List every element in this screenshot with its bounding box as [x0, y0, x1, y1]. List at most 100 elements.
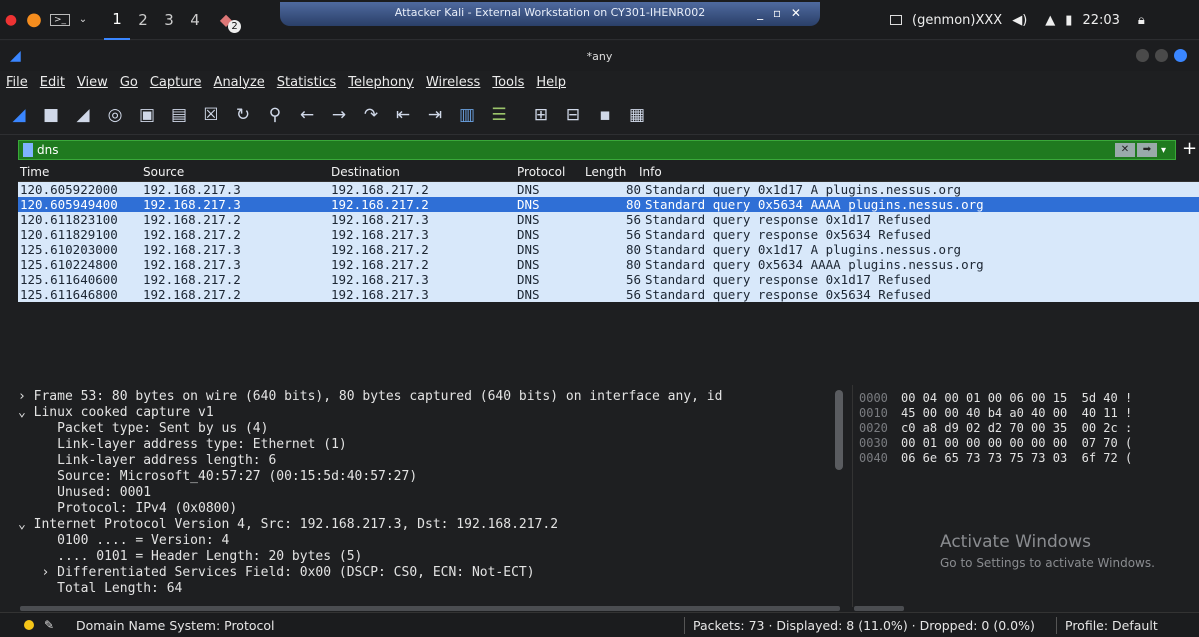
packet-info: Standard query response 0x1d17 Refused — [645, 272, 931, 287]
packet-row[interactable]: 120.605922000 192.168.217.3 192.168.217.2 D… — [18, 182, 1199, 197]
detail-line[interactable]: Unused: 0001 — [18, 485, 848, 501]
resize-columns-icon[interactable]: ▦ — [626, 103, 648, 127]
column-info[interactable]: Info — [639, 165, 1199, 181]
detail-line[interactable]: Source: Microsoft_40:57:27 (00:15:5d:40:… — [18, 469, 848, 485]
maximize-button[interactable] — [1155, 49, 1168, 62]
autoscroll-icon[interactable]: ▥ — [456, 103, 478, 127]
go-to-packet-icon[interactable]: ↷ — [360, 103, 382, 127]
detail-line[interactable]: ⌄ Linux cooked capture v1 — [18, 405, 848, 421]
firefox-icon[interactable]: ● — [22, 0, 46, 40]
bytes-hscrollbar[interactable] — [854, 606, 904, 611]
hex-row[interactable]: 0030 00 01 00 00 00 00 00 00 07 70 ( — [853, 436, 1199, 451]
stop-capture-icon[interactable]: ■ — [40, 103, 62, 127]
details-hscrollbar[interactable] — [20, 606, 840, 611]
zoom-out-icon[interactable]: ⊟ — [562, 103, 584, 127]
start-capture-icon[interactable]: ◢ — [8, 103, 30, 127]
battery-icon[interactable]: ▮ — [1065, 13, 1072, 28]
workspace-2[interactable]: 2 — [130, 0, 156, 40]
last-packet-icon[interactable]: ⇥ — [424, 103, 446, 127]
menu-capture[interactable]: Capture — [150, 75, 202, 90]
restart-capture-icon[interactable]: ◢ — [72, 103, 94, 127]
menu-view[interactable]: View — [77, 75, 108, 90]
detail-line[interactable]: ⌄ Internet Protocol Version 4, Src: 192.… — [18, 517, 848, 533]
close-button[interactable] — [1174, 49, 1187, 62]
hex-row[interactable]: 0020 c0 a8 d9 02 d2 70 00 35 00 2c : — [853, 421, 1199, 436]
bookmark-icon[interactable] — [23, 143, 33, 157]
status-bar: ✎ Domain Name System: Protocol Packets: … — [0, 612, 1199, 637]
detail-line[interactable]: Protocol: IPv4 (0x0800) — [18, 501, 848, 517]
forward-icon[interactable]: → — [328, 103, 350, 127]
menu-statistics[interactable]: Statistics — [277, 75, 336, 90]
chevron-down-icon[interactable]: ⌄ — [74, 0, 92, 40]
clear-filter-icon[interactable]: ✕ — [1115, 143, 1135, 157]
capture-options-icon[interactable]: ◎ — [104, 103, 126, 127]
menu-go[interactable]: Go — [120, 75, 138, 90]
reload-icon[interactable]: ↻ — [232, 103, 254, 127]
menu-edit[interactable]: Edit — [40, 75, 65, 90]
packet-row[interactable]: 125.610224800 192.168.217.3 192.168.217.2 D… — [18, 257, 1199, 272]
search-icon[interactable]: ⚲ — [264, 103, 286, 127]
detail-line[interactable]: 0100 .... = Version: 4 — [18, 533, 848, 549]
workspace-4[interactable]: 4 — [182, 0, 208, 40]
column-source[interactable]: Source — [143, 165, 331, 181]
vm-window-controls[interactable]: _ ▫ ✕ — [757, 2, 804, 24]
expert-info-icon[interactable] — [24, 620, 34, 630]
details-scrollbar[interactable] — [835, 390, 843, 470]
detail-line[interactable]: Total Length: 64 — [18, 581, 848, 597]
save-file-icon[interactable]: ▤ — [168, 103, 190, 127]
detail-line[interactable]: .... 0101 = Header Length: 20 bytes (5) — [18, 549, 848, 565]
menu-analyze[interactable]: Analyze — [214, 75, 265, 90]
edit-comment-icon[interactable]: ✎ — [44, 618, 58, 632]
terminal-icon[interactable]: >_ — [46, 0, 74, 40]
minimize-button[interactable] — [1136, 49, 1149, 62]
detail-line[interactable]: › Frame 53: 80 bytes on wire (640 bits),… — [18, 389, 848, 405]
menu-file[interactable]: File — [6, 75, 28, 90]
workspace-1[interactable]: 1 — [104, 0, 130, 40]
close-file-icon[interactable]: ☒ — [200, 103, 222, 127]
genmon-label[interactable]: (genmon)XXX — [912, 13, 1002, 28]
first-packet-icon[interactable]: ⇤ — [392, 103, 414, 127]
hex-row[interactable]: 0040 06 6e 65 73 73 75 73 03 6f 72 ( — [853, 451, 1199, 466]
detail-line[interactable]: Link-layer address length: 6 — [18, 453, 848, 469]
menu-tools[interactable]: Tools — [492, 75, 524, 90]
packet-length: 80 — [625, 257, 641, 272]
wireshark-task-icon[interactable]: ◆ 2 — [208, 0, 244, 40]
column-time[interactable]: Time — [18, 165, 143, 181]
packet-row[interactable]: 125.610203000 192.168.217.3 192.168.217.2 D… — [18, 242, 1199, 257]
open-file-icon[interactable]: ▣ — [136, 103, 158, 127]
display-filter-input[interactable] — [37, 143, 1115, 157]
packet-row[interactable]: 125.611640600 192.168.217.2 192.168.217.3 D… — [18, 272, 1199, 287]
zoom-in-icon[interactable]: ⊞ — [530, 103, 552, 127]
status-profile[interactable]: Profile: Default — [1065, 618, 1158, 633]
add-filter-button[interactable]: + — [1182, 138, 1197, 159]
colorize-icon[interactable]: ☰ — [488, 103, 510, 127]
detail-line[interactable]: › Differentiated Services Field: 0x00 (D… — [18, 565, 848, 581]
menu-wireless[interactable]: Wireless — [426, 75, 480, 90]
clock[interactable]: 22:03 — [1082, 13, 1119, 28]
detail-line[interactable]: Link-layer address type: Ethernet (1) — [18, 437, 848, 453]
packet-row[interactable]: 120.611829100 192.168.217.2 192.168.217.3 D… — [18, 227, 1199, 242]
hex-row[interactable]: 0000 00 04 00 01 00 06 00 15 5d 40 ! — [853, 391, 1199, 406]
bell-icon[interactable]: ▲ — [1045, 13, 1055, 28]
packet-row[interactable]: 125.611646800 192.168.217.2 192.168.217.3 D… — [18, 287, 1199, 302]
workspace-3[interactable]: 3 — [156, 0, 182, 40]
packet-destination: 192.168.217.2 — [331, 242, 429, 257]
packet-row[interactable]: 120.605949400 192.168.217.3 192.168.217.2 D… — [18, 197, 1199, 212]
menu-telephony[interactable]: Telephony — [348, 75, 414, 90]
column-protocol[interactable]: Protocol — [517, 165, 585, 181]
back-icon[interactable]: ← — [296, 103, 318, 127]
column-destination[interactable]: Destination — [331, 165, 517, 181]
detail-line[interactable]: Packet type: Sent by us (4) — [18, 421, 848, 437]
menu-help[interactable]: Help — [536, 75, 566, 90]
display-filter-bar: ✕ ➡ ▾ — [18, 140, 1176, 160]
volume-icon[interactable]: ◀) — [1012, 13, 1027, 28]
normal-size-icon[interactable]: ▪ — [594, 103, 616, 127]
hex-row[interactable]: 0010 45 00 00 40 b4 a0 40 00 40 11 ! — [853, 406, 1199, 421]
kali-menu-icon[interactable]: ● — [0, 0, 22, 40]
packet-time: 125.611640600 — [20, 272, 118, 287]
filter-dropdown-icon[interactable]: ▾ — [1161, 145, 1175, 156]
apply-filter-icon[interactable]: ➡ — [1137, 143, 1157, 157]
packet-row[interactable]: 120.611823100 192.168.217.2 192.168.217.3 D… — [18, 212, 1199, 227]
column-length[interactable]: Length — [585, 165, 639, 181]
lock-icon[interactable]: 🔒︎ — [1138, 13, 1145, 28]
